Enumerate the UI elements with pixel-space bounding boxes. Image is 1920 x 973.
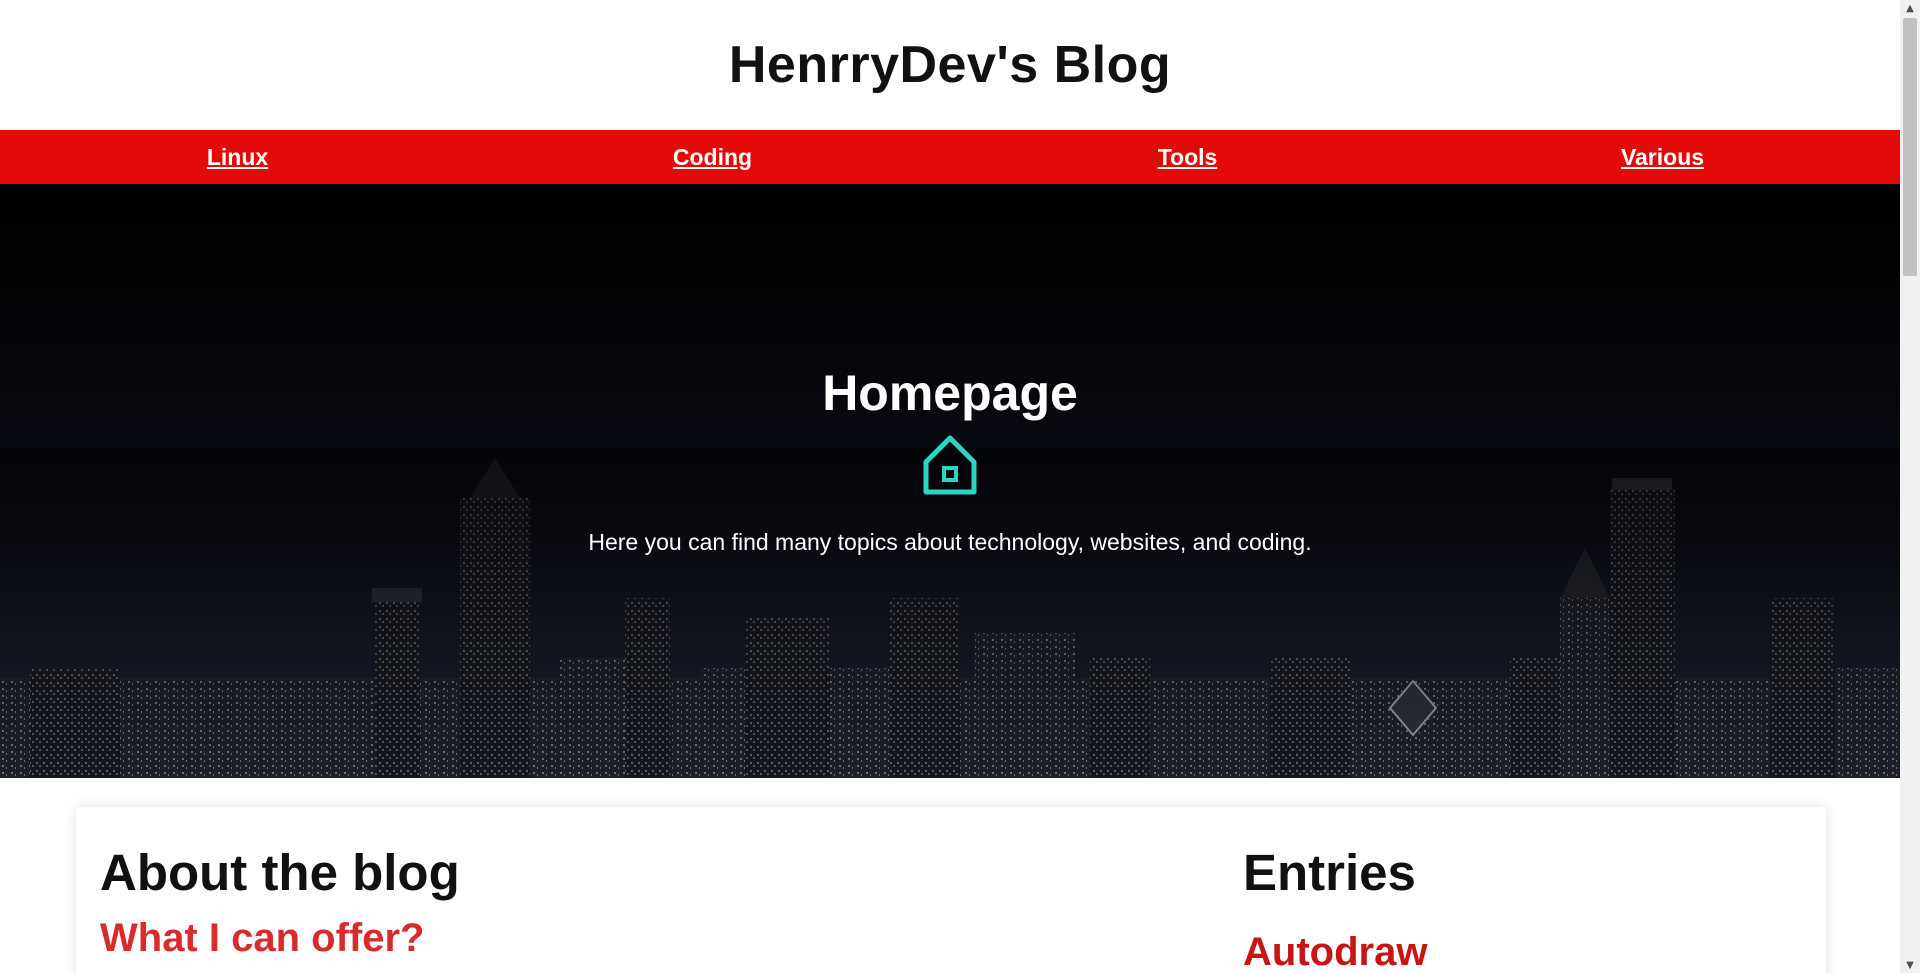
chevron-up-icon[interactable]: ▲ <box>1900 0 1920 16</box>
nav-link-tools[interactable]: Tools <box>1158 144 1218 170</box>
entry-link-autodraw[interactable]: Autodraw <box>1243 930 1427 973</box>
site-header: HenrryDev's Blog <box>0 0 1900 130</box>
main-nav: Linux Coding Tools Various <box>0 130 1900 184</box>
nav-link-coding[interactable]: Coding <box>673 144 752 170</box>
hero-banner: Homepage Here you can find many topics a… <box>0 184 1900 778</box>
scrollbar-thumb[interactable] <box>1903 18 1917 276</box>
chevron-down-icon[interactable]: ▼ <box>1900 957 1920 973</box>
nav-item-various: Various <box>1425 144 1900 171</box>
content-card: About the blog What I can offer? Entries… <box>76 807 1826 973</box>
about-title: About the blog <box>100 844 460 901</box>
about-section: About the blog What I can offer? <box>100 843 460 961</box>
nav-link-linux[interactable]: Linux <box>207 144 268 170</box>
site-title: HenrryDev's Blog <box>728 36 1172 94</box>
about-subtitle: What I can offer? <box>100 916 425 960</box>
hero-description: Here you can find many topics about tech… <box>588 529 1312 555</box>
nav-item-linux: Linux <box>0 144 475 171</box>
vertical-scrollbar[interactable]: ▲ ▼ <box>1900 0 1920 973</box>
nav-item-coding: Coding <box>475 144 950 171</box>
page: HenrryDev's Blog Linux Coding Tools Vari… <box>0 0 1900 973</box>
nav-link-various[interactable]: Various <box>1621 144 1704 170</box>
hero-title: Homepage <box>822 365 1078 421</box>
entries-section: Entries Autodraw <box>1243 843 1427 973</box>
nav-item-tools: Tools <box>950 144 1425 171</box>
home-icon <box>918 432 982 498</box>
hero-content: Homepage Here you can find many topics a… <box>0 364 1900 556</box>
entries-title: Entries <box>1243 844 1416 901</box>
